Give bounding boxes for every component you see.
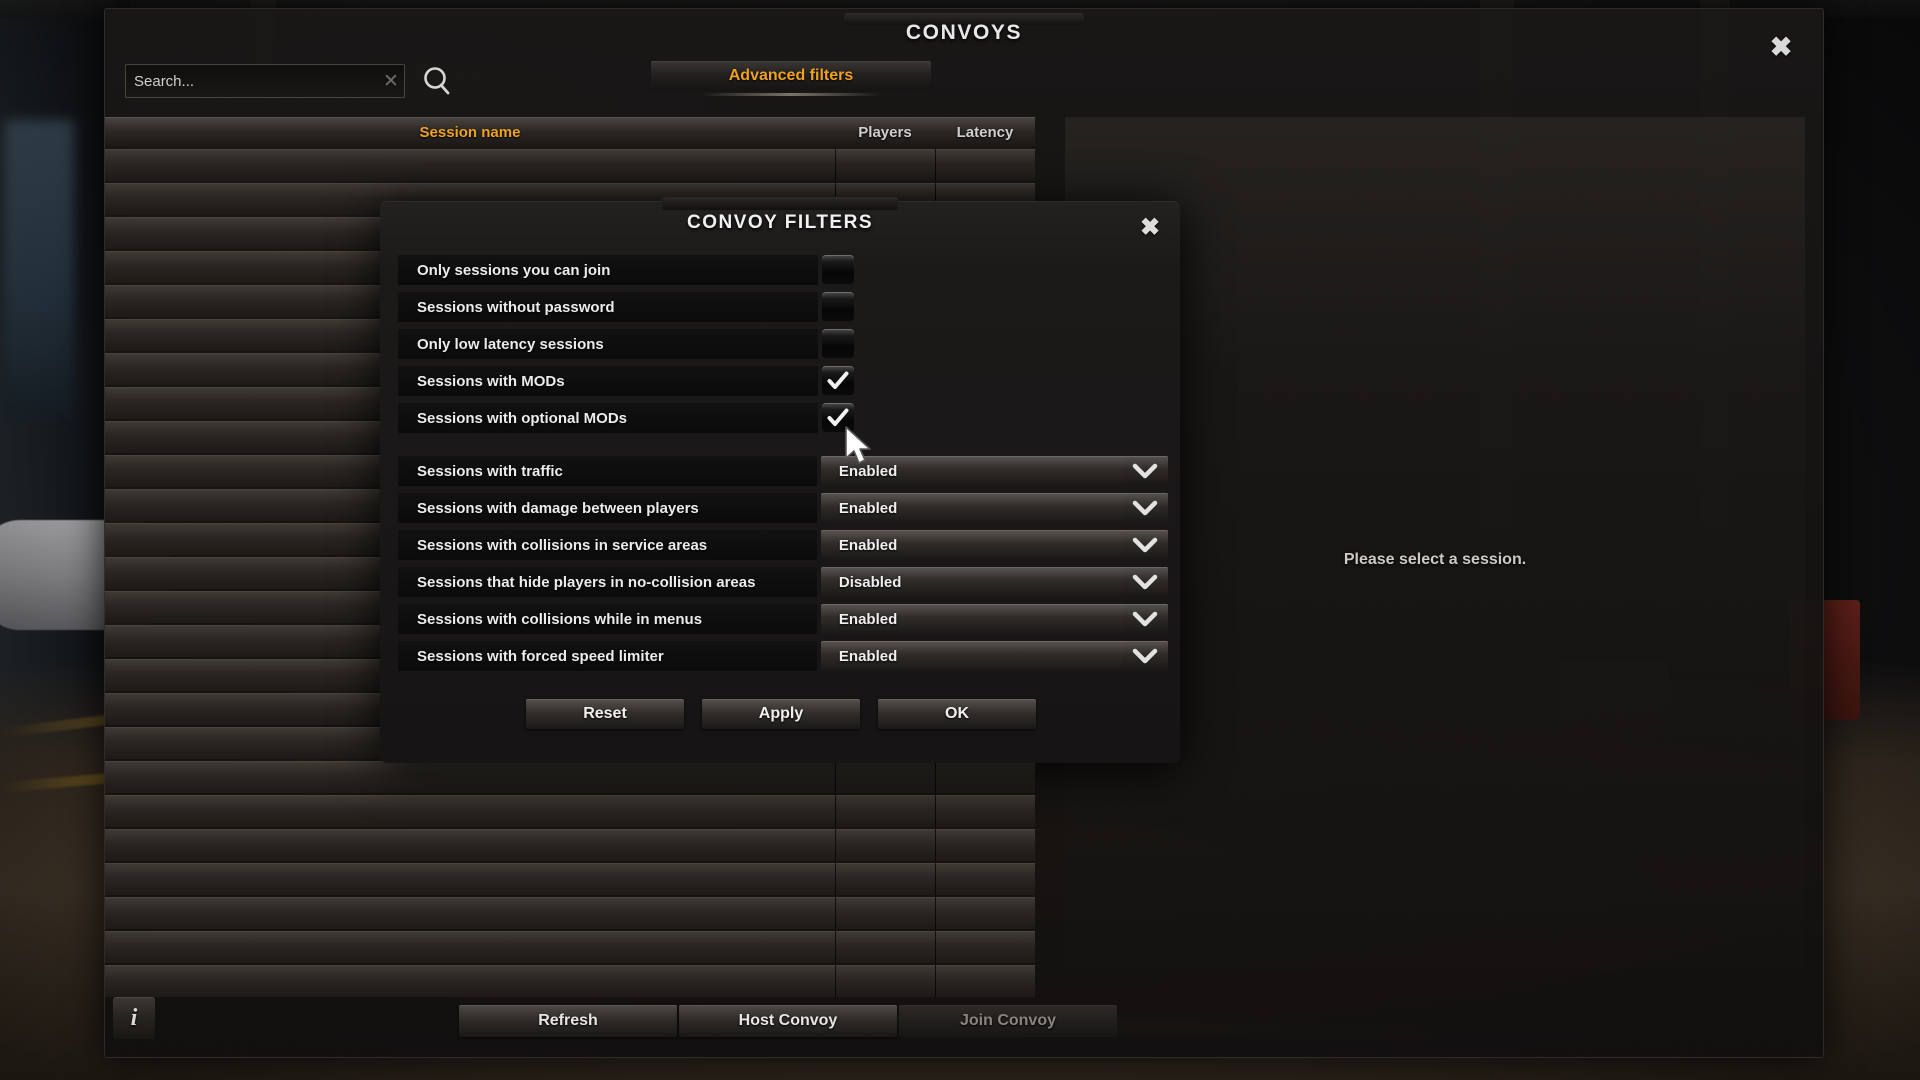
filter-row-dropdown: Sessions with collisions in service area…	[398, 530, 1168, 560]
chevron-down-icon[interactable]	[1122, 493, 1168, 523]
filter-label: Sessions with collisions while in menus	[398, 604, 817, 634]
refresh-button[interactable]: Refresh	[459, 1005, 677, 1037]
column-divider	[835, 897, 836, 929]
reset-button[interactable]: Reset	[526, 699, 684, 729]
filter-row-dropdown: Sessions with forced speed limiter Enable…	[398, 641, 1168, 671]
checkbox-sessions-without-password[interactable]	[822, 292, 854, 322]
filter-row-dropdown: Sessions with traffic Enabled	[398, 456, 1168, 486]
close-icon[interactable]: ✖	[1761, 27, 1801, 67]
dropdown-sessions-with-forced-speed-limiter[interactable]: Enabled	[820, 641, 1168, 671]
host-convoy-button[interactable]: Host Convoy	[679, 1005, 897, 1037]
filter-label: Sessions with forced speed limiter	[398, 641, 817, 671]
column-divider	[935, 863, 936, 895]
dropdown-value: Enabled	[838, 499, 898, 517]
clear-icon[interactable]: ✕	[378, 70, 404, 93]
column-divider	[935, 761, 936, 793]
search-icon[interactable]	[419, 63, 455, 99]
filter-label: Only low latency sessions	[398, 329, 818, 359]
filter-label: Sessions with collisions in service area…	[398, 530, 817, 560]
chevron-down-icon[interactable]	[1122, 530, 1168, 560]
advanced-filters-underline	[701, 93, 881, 96]
chevron-down-icon[interactable]	[1122, 567, 1168, 597]
chevron-down-icon[interactable]	[1122, 604, 1168, 634]
filter-row-checkbox: Sessions without password	[398, 292, 1168, 322]
filter-label: Sessions without password	[398, 292, 818, 322]
column-header-players[interactable]: Players	[835, 124, 935, 141]
info-icon[interactable]: i	[113, 997, 155, 1039]
page-title: CONVOYS	[905, 21, 1023, 44]
filter-label: Sessions with optional MODs	[398, 403, 818, 433]
apply-button[interactable]: Apply	[702, 699, 860, 729]
chevron-down-icon[interactable]	[1122, 641, 1168, 671]
filter-row-checkbox: Only low latency sessions	[398, 329, 1168, 359]
dropdown-value: Enabled	[838, 610, 898, 628]
column-divider	[935, 897, 936, 929]
column-divider	[835, 863, 836, 895]
table-row[interactable]	[105, 149, 1035, 181]
column-divider	[935, 931, 936, 963]
checkbox-only-sessions-you-can-join[interactable]	[822, 255, 854, 285]
dropdown-value: Enabled	[838, 647, 898, 665]
dropdown-value: Disabled	[838, 573, 902, 591]
dialog-title: CONVOY FILTERS	[686, 212, 874, 233]
session-table-header: Session name Players Latency	[105, 117, 1035, 147]
filter-row-dropdown: Sessions with collisions while in menus E…	[398, 604, 1168, 634]
search-field-wrapper[interactable]: ✕	[125, 64, 405, 98]
table-row[interactable]	[105, 897, 1035, 929]
dialog-button-row: Reset Apply OK	[380, 699, 1180, 731]
search-input[interactable]	[126, 65, 378, 97]
dropdown-sessions-with-collisions-while-in-menus[interactable]: Enabled	[820, 604, 1168, 634]
filter-row-dropdown: Sessions with damage between players Enab…	[398, 493, 1168, 523]
filter-row-checkbox: Sessions with MODs	[398, 366, 1168, 396]
table-row[interactable]	[105, 829, 1035, 861]
filter-row-checkbox: Sessions with optional MODs	[398, 403, 1168, 433]
filter-label: Sessions with MODs	[398, 366, 818, 396]
column-divider	[835, 931, 836, 963]
dialog-title-plate	[662, 197, 898, 210]
join-convoy-button[interactable]: Join Convoy	[899, 1005, 1117, 1037]
column-divider	[935, 795, 936, 827]
checkbox-sessions-with-mods[interactable]	[822, 366, 854, 396]
dropdown-sessions-with-damage-between-players[interactable]: Enabled	[820, 493, 1168, 523]
table-row[interactable]	[105, 931, 1035, 963]
table-row[interactable]	[105, 795, 1035, 827]
filter-label: Sessions with traffic	[398, 456, 817, 486]
checkbox-sessions-with-optional-mods[interactable]	[822, 403, 854, 433]
chevron-down-icon[interactable]	[1122, 456, 1168, 486]
dropdown-sessions-with-traffic[interactable]: Enabled	[820, 456, 1168, 486]
filter-row-dropdown: Sessions that hide players in no-collisi…	[398, 567, 1168, 597]
column-header-latency[interactable]: Latency	[935, 124, 1035, 141]
ok-button[interactable]: OK	[878, 699, 1036, 729]
dropdown-sessions-that-hide-players-in-no-collision-areas[interactable]: Disabled	[820, 567, 1168, 597]
filter-row-checkbox: Only sessions you can join	[398, 255, 1168, 285]
column-header-session-name[interactable]: Session name	[105, 124, 835, 141]
bottom-toolbar: i Refresh Host Convoy Join Convoy	[105, 967, 1825, 1057]
convoy-filters-dialog: CONVOY FILTERS ✖ Only sessions you can j…	[380, 197, 1180, 763]
checkbox-only-low-latency-sessions[interactable]	[822, 329, 854, 359]
filter-rows-container: Only sessions you can join Sessions witho…	[398, 255, 1168, 678]
column-divider	[835, 829, 836, 861]
table-row[interactable]	[105, 761, 1035, 793]
column-divider	[935, 149, 936, 181]
filter-label: Sessions with damage between players	[398, 493, 817, 523]
filter-label: Sessions that hide players in no-collisi…	[398, 567, 817, 597]
advanced-filters-button[interactable]: Advanced filters	[651, 61, 931, 91]
column-divider	[835, 795, 836, 827]
close-icon[interactable]: ✖	[1132, 209, 1168, 245]
filter-label: Only sessions you can join	[398, 255, 818, 285]
dropdown-value: Enabled	[838, 462, 898, 480]
column-divider	[835, 761, 836, 793]
column-divider	[835, 149, 836, 181]
table-row[interactable]	[105, 863, 1035, 895]
column-divider	[935, 829, 936, 861]
dropdown-value: Enabled	[838, 536, 898, 554]
dropdown-sessions-with-collisions-in-service-areas[interactable]: Enabled	[820, 530, 1168, 560]
